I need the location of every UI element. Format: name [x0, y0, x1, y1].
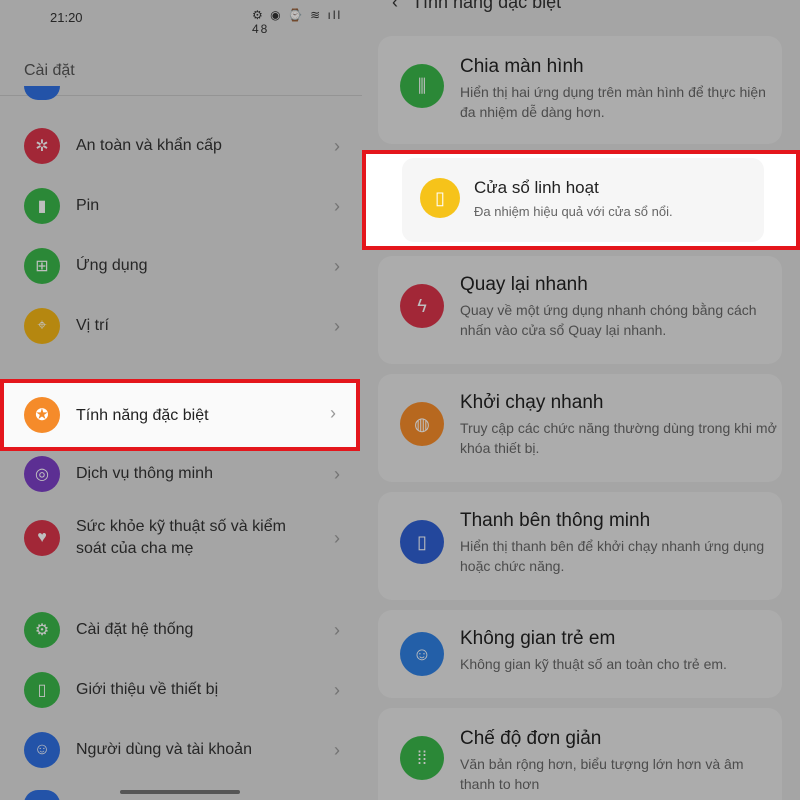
card-title: Chế độ đơn giản	[460, 728, 602, 749]
card-floating-window[interactable]: ▯ Cửa sổ linh hoạt Đa nhiệm hiệu quả với…	[362, 150, 800, 250]
settings-item-label: Người dùng và tài khoản	[76, 741, 252, 758]
chevron-right-icon: ›	[334, 619, 340, 640]
status-icons: ⚙ ◉ ⌚ ≋ ıll 48	[252, 8, 343, 36]
card-title: Quay lại nhanh	[460, 274, 588, 295]
settings-item-safety[interactable]: ✲ An toàn và khẩn cấp ›	[0, 116, 362, 176]
settings-item-battery[interactable]: ▮ Pin ›	[0, 176, 362, 236]
settings-item-label: Sức khỏe kỹ thuật số và kiểm soát của ch…	[76, 518, 286, 557]
card-title: Thanh bên thông minh	[460, 510, 651, 531]
settings-item-special-features[interactable]: ✪ Tính năng đặc biệt ›	[0, 379, 360, 451]
chevron-right-icon: ›	[334, 135, 340, 156]
sidebar-icon: ▯	[400, 520, 444, 564]
smart-service-icon: ◎	[24, 456, 60, 492]
chevron-right-icon: ›	[330, 403, 336, 423]
card-desc: Đa nhiệm hiệu quả với cửa sổ nổi.	[474, 204, 673, 219]
user-icon: ☺	[24, 732, 60, 768]
settings-item-apps[interactable]: ⊞ Ứng dụng ›	[0, 236, 362, 296]
card-desc: Hiển thị thanh bên để khởi chạy nhanh ứn…	[460, 538, 765, 574]
card-split-screen[interactable]: ⫼ Chia màn hình Hiển thị hai ứng dụng tr…	[378, 36, 782, 144]
card-smart-sidebar[interactable]: ▯ Thanh bên thông minh Hiển thị thanh bê…	[378, 492, 782, 600]
page-title: Cài đặt	[24, 62, 75, 79]
settings-item-label: Cài đặt hệ thống	[76, 621, 194, 638]
star-icon: ✪	[24, 397, 60, 433]
chevron-right-icon: ›	[334, 463, 340, 484]
card-desc: Văn bản rộng hơn, biểu tượng lớn hơn và …	[460, 756, 744, 792]
card-desc: Hiển thị hai ứng dụng trên màn hình để t…	[460, 84, 766, 120]
card-floating-window-inner: ▯ Cửa sổ linh hoạt Đa nhiệm hiệu quả với…	[402, 158, 764, 242]
settings-item-label: Tính năng đặc biệt	[76, 407, 209, 424]
scroll-indicator	[120, 790, 240, 794]
status-time: 21:20	[50, 10, 83, 25]
card-quick-return[interactable]: ϟ Quay lại nhanh Quay về một ứng dụng nh…	[378, 256, 782, 364]
settings-item-label: An toàn và khẩn cấp	[76, 137, 222, 154]
header-label: Tính năng đặc biệt	[412, 0, 562, 12]
split-screen-icon: ⫼	[400, 64, 444, 108]
page-title: ‹ Tính năng đặc biệt	[392, 0, 561, 13]
settings-item-digital-wellbeing[interactable]: ♥ Sức khỏe kỹ thuật số và kiểm soát của …	[0, 508, 362, 568]
card-kids-space[interactable]: ☺ Không gian trẻ em Không gian kỹ thuật …	[378, 610, 782, 698]
lightning-icon: ϟ	[400, 284, 444, 328]
asterisk-icon: ✲	[24, 128, 60, 164]
settings-item-system[interactable]: ⚙ Cài đặt hệ thống ›	[0, 600, 362, 660]
simple-mode-icon: ⁞⁞	[400, 736, 444, 780]
card-desc: Không gian kỹ thuật số an toàn cho trẻ e…	[460, 656, 727, 672]
grid-icon: ⊞	[24, 248, 60, 284]
kid-face-icon: ☺	[400, 632, 444, 676]
back-icon[interactable]: ‹	[392, 0, 398, 12]
phone-icon: ▯	[24, 672, 60, 708]
settings-item-label: Vị trí	[76, 317, 109, 334]
fingerprint-icon: ◍	[400, 402, 444, 446]
settings-item-label: Pin	[76, 197, 100, 214]
special-features-panel: ‹ Tính năng đặc biệt ⫼ Chia màn hình Hiển…	[362, 0, 800, 800]
card-title: Cửa sổ linh hoạt	[474, 178, 599, 197]
card-title: Chia màn hình	[460, 56, 584, 77]
settings-item-smart-services[interactable]: ◎ Dịch vụ thông minh ›	[0, 444, 362, 504]
settings-item-label: Dịch vụ thông minh	[76, 465, 213, 482]
card-quick-launch[interactable]: ◍ Khởi chạy nhanh Truy cập các chức năng…	[378, 374, 782, 482]
floating-window-icon: ▯	[420, 178, 460, 218]
chevron-right-icon: ›	[334, 255, 340, 276]
settings-item-about[interactable]: ▯ Giới thiệu về thiết bị ›	[0, 660, 362, 720]
card-desc: Truy cập các chức năng thường dùng trong…	[460, 420, 777, 456]
partial-icon	[24, 86, 60, 100]
settings-item-label: Giới thiệu về thiết bị	[76, 681, 219, 698]
location-icon: ⌖	[24, 308, 60, 344]
card-title: Không gian trẻ em	[460, 628, 616, 649]
partial-icon	[24, 790, 60, 800]
gear-icon: ⚙	[24, 612, 60, 648]
heart-icon: ♥	[24, 520, 60, 556]
chevron-right-icon: ›	[334, 315, 340, 336]
settings-item-users[interactable]: ☺ Người dùng và tài khoản ›	[0, 720, 362, 780]
card-desc: Quay về một ứng dụng nhanh chóng bằng cá…	[460, 302, 757, 338]
chevron-right-icon: ›	[334, 739, 340, 760]
chevron-right-icon: ›	[334, 527, 340, 548]
chevron-right-icon: ›	[334, 195, 340, 216]
settings-item-label: Ứng dụng	[76, 257, 148, 274]
card-title: Khởi chạy nhanh	[460, 392, 604, 413]
settings-item-location[interactable]: ⌖ Vị trí ›	[0, 296, 362, 356]
battery-icon: ▮	[24, 188, 60, 224]
card-simple-mode[interactable]: ⁞⁞ Chế độ đơn giản Văn bản rộng hơn, biể…	[378, 708, 782, 800]
chevron-right-icon: ›	[334, 679, 340, 700]
